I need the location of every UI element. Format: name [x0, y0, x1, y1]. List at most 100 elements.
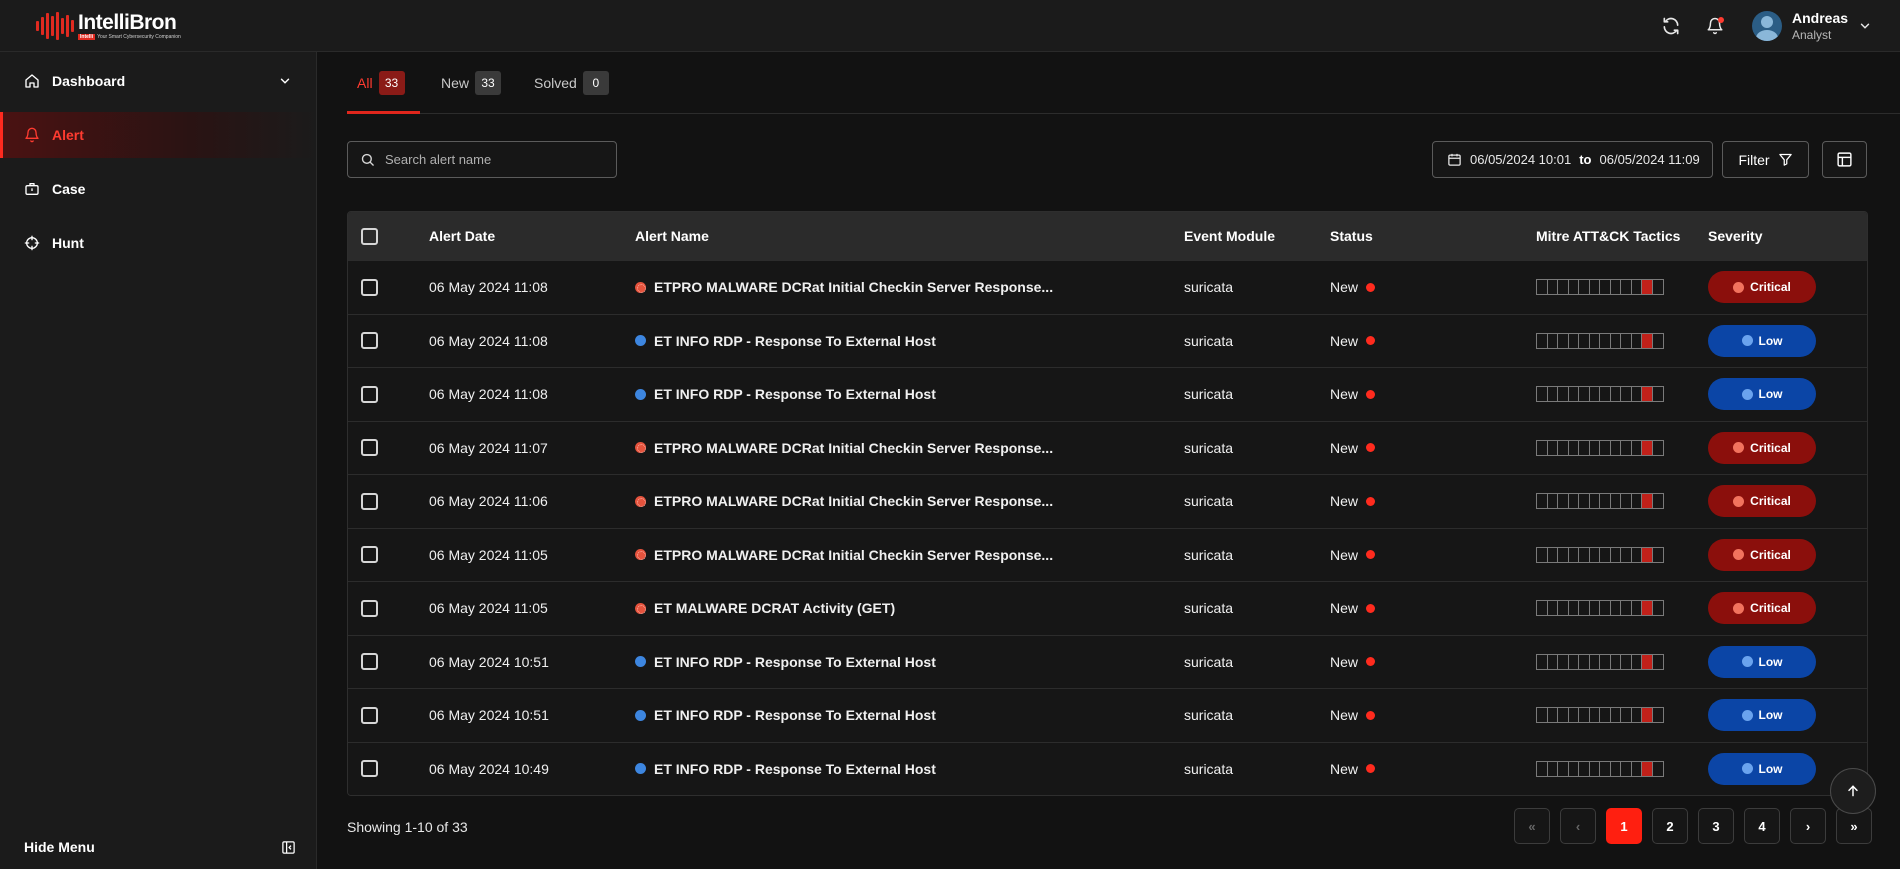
mitre-tactic-cell: [1590, 547, 1600, 562]
sidebar-item-case[interactable]: Case: [0, 166, 316, 212]
mitre-tactic-cell: [1600, 761, 1611, 776]
page-button-4[interactable]: 4: [1744, 808, 1780, 844]
mitre-tactic-cell: [1548, 440, 1558, 455]
alert-name-link[interactable]: ETPRO MALWARE DCRat Initial Checkin Serv…: [635, 422, 1053, 475]
column-header-event-module[interactable]: Event Module: [1184, 212, 1275, 260]
page-button-1[interactable]: 1: [1606, 808, 1642, 844]
scroll-to-top-button[interactable]: [1830, 768, 1876, 814]
mitre-tactics-bar[interactable]: [1536, 261, 1664, 314]
search-box[interactable]: [347, 141, 617, 178]
mitre-tactics-bar[interactable]: [1536, 475, 1664, 528]
row-checkbox[interactable]: [361, 599, 378, 617]
mitre-tactics-bar[interactable]: [1536, 529, 1664, 582]
status-dot: [1366, 657, 1376, 667]
table-row[interactable]: 06 May 2024 11:08 ET INFO RDP - Response …: [348, 313, 1867, 368]
sidebar-item-hunt[interactable]: Hunt: [0, 220, 316, 266]
tab-new[interactable]: New 33: [441, 52, 502, 114]
table-row[interactable]: 06 May 2024 11:08 ET INFO RDP - Response …: [348, 367, 1867, 421]
hide-menu-button[interactable]: Hide Menu: [24, 839, 296, 855]
mitre-tactic-cell: [1579, 654, 1590, 669]
alert-name-link[interactable]: ET INFO RDP - Response To External Host: [635, 368, 936, 421]
column-header-alert-date[interactable]: Alert Date: [429, 212, 495, 260]
table-row[interactable]: 06 May 2024 11:06 ETPRO MALWARE DCRat Ini…: [348, 474, 1867, 528]
table-row[interactable]: 06 May 2024 11:05 ET MALWARE DCRAT Activi…: [348, 581, 1867, 635]
first-page-button[interactable]: «: [1514, 808, 1550, 844]
tab-solved[interactable]: Solved 0: [534, 52, 609, 114]
alert-name-link[interactable]: ET INFO RDP - Response To External Host: [635, 689, 936, 742]
mitre-tactics-bar[interactable]: [1536, 368, 1664, 421]
column-header-alert-name[interactable]: Alert Name: [635, 212, 709, 260]
severity-label: Critical: [1750, 547, 1791, 562]
page-button-3[interactable]: 3: [1698, 808, 1734, 844]
mitre-tactic-cell: [1600, 440, 1611, 455]
alert-name-link[interactable]: ETPRO MALWARE DCRat Initial Checkin Serv…: [635, 261, 1053, 314]
row-checkbox[interactable]: [361, 385, 378, 403]
column-header-severity[interactable]: Severity: [1708, 212, 1762, 260]
brand-logo[interactable]: IntelliBron Intelli Your Smart Cybersecur…: [36, 10, 181, 42]
user-menu[interactable]: Andreas Analyst: [1752, 6, 1872, 46]
mitre-tactic-cell: [1621, 494, 1632, 509]
table-row[interactable]: 06 May 2024 11:07 ETPRO MALWARE DCRat Ini…: [348, 420, 1867, 475]
alert-date: 06 May 2024 11:08: [429, 386, 548, 403]
alert-name-link[interactable]: ET MALWARE DCRAT Activity (GET): [635, 582, 895, 635]
mitre-tactics-bar[interactable]: [1536, 315, 1664, 368]
alert-name-link[interactable]: ETPRO MALWARE DCRat Initial Checkin Serv…: [635, 475, 1053, 528]
column-layout-button[interactable]: [1822, 141, 1867, 178]
hide-menu-label: Hide Menu: [24, 839, 95, 855]
status-cell: New: [1330, 529, 1376, 582]
row-checkbox[interactable]: [361, 706, 378, 724]
prev-page-button[interactable]: ‹: [1560, 808, 1596, 844]
alert-name-link[interactable]: ET INFO RDP - Response To External Host: [635, 743, 936, 796]
mitre-tactic-cell: [1653, 762, 1664, 776]
status-dot: [1366, 282, 1376, 292]
chevron-down-icon[interactable]: [278, 74, 292, 88]
row-checkbox[interactable]: [361, 332, 378, 350]
alert-name-link[interactable]: ET INFO RDP - Response To External Host: [635, 636, 936, 689]
refresh-icon[interactable]: [1658, 13, 1684, 39]
mitre-tactics-bar[interactable]: [1536, 689, 1664, 742]
mitre-tactics-bar[interactable]: [1536, 743, 1664, 796]
filter-button[interactable]: Filter: [1722, 141, 1809, 178]
date-range-picker[interactable]: 06/05/2024 10:01 to 06/05/2024 11:09: [1432, 141, 1713, 178]
sidebar-item-alert[interactable]: Alert: [0, 112, 316, 158]
alert-name-link[interactable]: ETPRO MALWARE DCRat Initial Checkin Serv…: [635, 529, 1053, 582]
status-label: New: [1330, 600, 1359, 617]
search-input[interactable]: [385, 152, 605, 167]
row-checkbox[interactable]: [361, 653, 378, 671]
sidebar-item-dashboard[interactable]: Dashboard: [0, 58, 316, 104]
event-module: suricata: [1184, 493, 1234, 510]
mitre-tactics-bar[interactable]: [1536, 422, 1664, 475]
column-header-mitre[interactable]: Mitre ATT&CK Tactics: [1536, 212, 1680, 260]
tab-all[interactable]: All 33: [357, 52, 405, 114]
row-checkbox[interactable]: [361, 492, 378, 510]
alert-name-link[interactable]: ET INFO RDP - Response To External Host: [635, 315, 936, 368]
status-cell: New: [1330, 743, 1376, 796]
severity-badge: Critical: [1708, 431, 1816, 464]
tab-label: Solved: [534, 75, 577, 91]
status-label: New: [1330, 760, 1359, 777]
row-checkbox[interactable]: [361, 278, 378, 296]
column-header-status[interactable]: Status: [1330, 212, 1373, 260]
notification-bell-icon[interactable]: [1702, 13, 1728, 39]
mitre-tactics-bar[interactable]: [1536, 582, 1664, 635]
row-checkbox[interactable]: [361, 760, 378, 778]
table-row[interactable]: 06 May 2024 11:08 ETPRO MALWARE DCRat Ini…: [348, 260, 1867, 314]
mitre-tactic-cell: [1642, 708, 1653, 723]
collapse-sidebar-icon: [282, 840, 295, 854]
next-page-button[interactable]: ›: [1790, 808, 1826, 844]
table-row[interactable]: 06 May 2024 10:51 ET INFO RDP - Response …: [348, 688, 1867, 742]
mitre-tactic-cell: [1621, 440, 1632, 455]
status-dot: [1366, 710, 1376, 720]
status-label: New: [1330, 546, 1359, 563]
mitre-tactic-cell: [1611, 654, 1621, 669]
row-checkbox[interactable]: [361, 546, 378, 564]
table-row[interactable]: 06 May 2024 10:49 ET INFO RDP - Response …: [348, 741, 1867, 796]
select-all-checkbox[interactable]: [361, 227, 378, 245]
mitre-tactic-cell: [1611, 708, 1621, 723]
row-checkbox[interactable]: [361, 439, 378, 457]
page-button-2[interactable]: 2: [1652, 808, 1688, 844]
table-row[interactable]: 06 May 2024 11:05 ETPRO MALWARE DCRat Ini…: [348, 527, 1867, 582]
mitre-tactic-cell: [1621, 280, 1632, 295]
mitre-tactics-bar[interactable]: [1536, 636, 1664, 689]
table-row[interactable]: 06 May 2024 10:51 ET INFO RDP - Response …: [348, 634, 1867, 689]
